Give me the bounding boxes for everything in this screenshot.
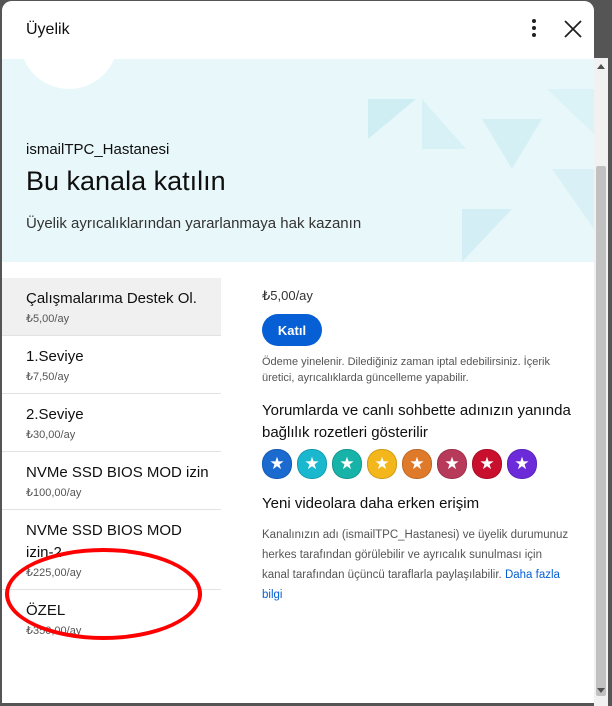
- star-badge-icon: ★: [437, 449, 467, 479]
- hero-banner: ismailTPC_Hastanesi Bu kanala katılın Üy…: [2, 59, 594, 262]
- tier-name: NVMe SSD BIOS MOD izin: [26, 464, 209, 481]
- dialog-title: Üyelik: [26, 21, 70, 38]
- star-badge-icon: ★: [472, 449, 502, 479]
- loyalty-badges: ★ ★ ★ ★ ★ ★ ★ ★: [262, 449, 572, 479]
- decorative-triangles: [368, 89, 594, 262]
- hero-subtitle: Üyelik ayrıcalıklarından yararlanmaya ha…: [26, 215, 362, 232]
- tier-price: ₺5,00/ay: [26, 313, 70, 325]
- scroll-up-icon[interactable]: [597, 64, 605, 69]
- tier-item[interactable]: 1.Seviye ₺7,50/ay: [2, 336, 221, 394]
- star-badge-icon: ★: [507, 449, 537, 479]
- tier-detail: ₺5,00/ay Katıl Ödeme yinelenir. Dilediği…: [262, 278, 572, 605]
- scroll-down-icon[interactable]: [597, 688, 605, 693]
- star-badge-icon: ★: [297, 449, 327, 479]
- more-options-icon[interactable]: [524, 17, 544, 41]
- tier-item[interactable]: 2.Seviye ₺30,00/ay: [2, 394, 221, 452]
- close-icon[interactable]: [561, 17, 585, 41]
- star-badge-icon: ★: [332, 449, 362, 479]
- perk-early-access-title: Yeni videolara daha erken erişim: [262, 495, 480, 512]
- scrollbar-thumb[interactable]: [596, 166, 606, 696]
- channel-name: ismailTPC_Hastanesi: [26, 141, 170, 158]
- join-button[interactable]: Katıl: [262, 314, 322, 346]
- tier-name: 2.Seviye: [26, 406, 84, 423]
- red-annotation-circle: [5, 548, 202, 640]
- detail-price: ₺5,00/ay: [262, 288, 313, 303]
- tier-price: ₺100,00/ay: [26, 487, 82, 499]
- tier-price: ₺30,00/ay: [26, 429, 76, 441]
- star-badge-icon: ★: [367, 449, 397, 479]
- star-badge-icon: ★: [402, 449, 432, 479]
- star-badge-icon: ★: [262, 449, 292, 479]
- join-heading: Bu kanala katılın: [26, 166, 226, 196]
- channel-avatar: [20, 59, 118, 89]
- tier-name: Çalışmalarıma Destek Ol.: [26, 290, 197, 307]
- dialog-header: Üyelik: [2, 1, 594, 59]
- tier-item[interactable]: Çalışmalarıma Destek Ol. ₺5,00/ay: [2, 278, 221, 336]
- billing-note: Ödeme yinelenir. Dilediğiniz zaman iptal…: [262, 356, 550, 384]
- tier-price: ₺7,50/ay: [26, 371, 70, 383]
- tier-item[interactable]: NVMe SSD BIOS MOD izin ₺100,00/ay: [2, 452, 221, 510]
- scrollbar[interactable]: [594, 58, 608, 706]
- privacy-description: Kanalınızın adı (ismailTPC_Hastanesi) ve…: [262, 525, 572, 605]
- perk-badges-title: Yorumlarda ve canlı sohbette adınızın ya…: [262, 402, 571, 441]
- tier-name: 1.Seviye: [26, 348, 84, 365]
